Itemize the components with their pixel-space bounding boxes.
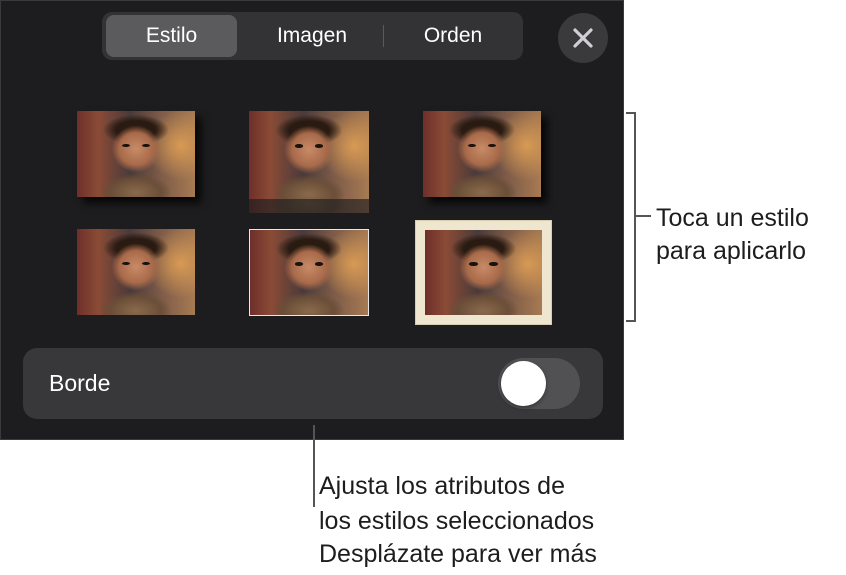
callout-border-line1: Ajusta los atributos de [319,472,565,500]
callout-border-line2: los estilos seleccionados [319,507,595,535]
style-thumbnail-2[interactable] [249,111,369,199]
portrait-image [77,229,195,315]
border-toggle[interactable] [498,358,580,409]
tab-imagen[interactable]: Imagen [242,15,382,57]
border-label: Borde [49,370,111,396]
style-thumbnail-1[interactable] [77,111,195,197]
styles-bracket-pointer [636,215,651,217]
portrait-image [77,111,195,197]
callout-border-line3: Desplázate para ver más [319,540,597,568]
portrait-image [249,111,369,199]
style-2-reflection [249,199,369,213]
style-thumbnail-4[interactable] [77,229,195,315]
callout-styles-line2: para aplicarlo [656,237,807,265]
callout-styles-line1: Toca un estilo [656,204,809,232]
tab-orden[interactable]: Orden [387,15,519,57]
tab-estilo[interactable]: Estilo [106,15,237,57]
close-button[interactable] [558,13,608,63]
style-thumbnail-6[interactable] [415,220,552,325]
style-thumbnail-5[interactable] [249,229,369,316]
portrait-image [425,230,542,315]
close-icon [573,28,593,48]
border-callout-line [313,425,315,507]
toggle-knob [501,361,546,406]
border-setting-row: Borde [23,348,603,419]
style-popover: Estilo Imagen Orden Borde [0,0,624,440]
styles-bracket [626,112,636,322]
portrait-image [423,111,541,197]
segmented-control: Estilo Imagen Orden [102,12,523,60]
portrait-image [250,230,368,315]
style-thumbnail-3[interactable] [423,111,541,197]
segment-divider [383,25,384,47]
